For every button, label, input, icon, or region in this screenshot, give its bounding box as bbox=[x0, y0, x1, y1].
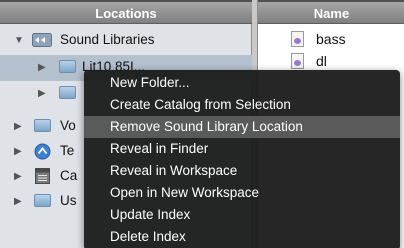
menu-item-remove-location[interactable]: Remove Sound Library Location bbox=[84, 116, 400, 138]
audio-file-icon bbox=[291, 31, 304, 47]
catalog-icon bbox=[35, 168, 50, 184]
context-menu: New Folder... Create Catalog from Select… bbox=[84, 70, 400, 248]
folder-icon bbox=[34, 119, 51, 132]
disclosure-collapsed-icon[interactable]: ▶ bbox=[14, 146, 22, 157]
tree-item-label: Te bbox=[60, 143, 75, 158]
sound-libraries-icon bbox=[32, 33, 52, 47]
file-name: bass bbox=[316, 31, 346, 47]
menu-item-reveal-in-finder[interactable]: Reveal in Finder bbox=[84, 138, 400, 160]
menu-item-update-index[interactable]: Update Index bbox=[84, 204, 400, 226]
disclosure-collapsed-icon[interactable]: ▶ bbox=[38, 88, 46, 99]
file-row[interactable]: bass bbox=[258, 28, 404, 50]
name-column-header[interactable]: Name bbox=[258, 0, 404, 24]
file-row[interactable]: dl bbox=[258, 50, 404, 72]
disclosure-expanded-icon[interactable]: ▼ bbox=[14, 35, 24, 46]
tree-item-sound-libraries[interactable]: ▼ Sound Libraries bbox=[0, 28, 252, 54]
file-name: dl bbox=[316, 53, 327, 69]
tree-item-label: Us bbox=[60, 193, 77, 208]
disclosure-collapsed-icon[interactable]: ▶ bbox=[14, 196, 22, 207]
menu-item-create-catalog[interactable]: Create Catalog from Selection bbox=[84, 94, 400, 116]
audio-file-icon bbox=[291, 53, 304, 69]
folder-icon bbox=[59, 86, 76, 99]
tree-item-label: Vo bbox=[60, 118, 76, 133]
menu-item-new-folder[interactable]: New Folder... bbox=[84, 72, 400, 94]
disclosure-collapsed-icon[interactable]: ▶ bbox=[14, 171, 22, 182]
tree-item-label: Sound Libraries bbox=[60, 32, 155, 47]
menu-item-reveal-in-workspace[interactable]: Reveal in Workspace bbox=[84, 160, 400, 182]
folder-icon bbox=[34, 194, 51, 207]
locations-column-header[interactable]: Locations bbox=[0, 0, 252, 24]
menu-item-open-in-new-workspace[interactable]: Open in New Workspace bbox=[84, 182, 400, 204]
compass-icon bbox=[34, 143, 51, 160]
disclosure-collapsed-icon[interactable]: ▶ bbox=[38, 62, 46, 73]
menu-item-delete-index[interactable]: Delete Index bbox=[84, 226, 400, 248]
tree-item-label: Ca bbox=[60, 168, 78, 183]
folder-icon bbox=[59, 60, 76, 73]
disclosure-collapsed-icon[interactable]: ▶ bbox=[14, 121, 22, 132]
